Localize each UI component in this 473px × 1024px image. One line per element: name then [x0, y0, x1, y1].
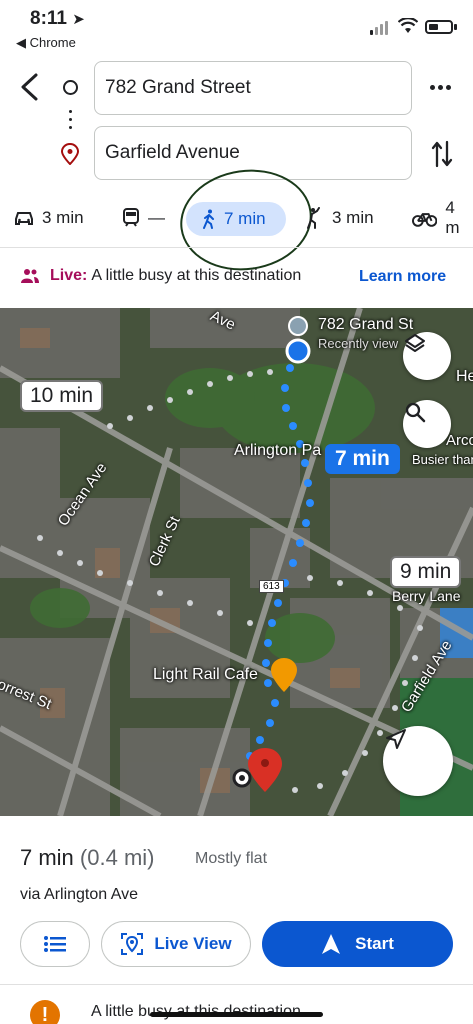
destination-pin-icon	[61, 143, 79, 165]
berry-lane-label: Berry Lane	[392, 588, 461, 604]
divider	[0, 984, 473, 985]
transit-icon	[123, 208, 139, 227]
map-view[interactable]: 782 Grand St Recently view Ave He Arling…	[0, 308, 473, 816]
warning-icon: !	[30, 1000, 60, 1024]
start-arrow-icon	[322, 934, 341, 954]
mode-transit[interactable]: —	[122, 200, 165, 236]
busier-label: Busier than	[412, 452, 473, 467]
list-icon	[44, 936, 66, 952]
battery-tip	[454, 24, 457, 30]
divider	[0, 247, 473, 248]
wifi-icon	[398, 18, 418, 33]
summary-terrain-note: Mostly flat	[195, 850, 268, 867]
park-label: Arlington Pa	[234, 442, 322, 459]
steps-button[interactable]	[20, 921, 90, 967]
route-badge: 613	[259, 580, 284, 593]
live-label: Live:	[50, 267, 88, 284]
route-via-text: via Arlington Ave	[20, 886, 139, 903]
search-button[interactable]	[403, 400, 451, 448]
car-icon	[15, 212, 33, 225]
mode-rideshare[interactable]: 3 min	[306, 200, 374, 236]
origin-map-sublabel: Recently view	[318, 336, 399, 351]
swap-icon[interactable]	[431, 140, 453, 168]
battery-icon	[425, 20, 453, 34]
back-to-app-link[interactable]: ◀ Chrome	[16, 35, 76, 51]
eta-alt-route-1[interactable]: 10 min	[20, 380, 104, 412]
search-icon	[405, 402, 426, 423]
origin-circle-icon	[63, 80, 78, 95]
location-arrow-icon: ➤	[72, 11, 85, 28]
bike-icon	[412, 213, 438, 227]
partial-label-arco: Arco	[446, 432, 473, 449]
live-text: A little busy at this destination	[91, 267, 302, 284]
origin-map-label: 782 Grand St	[318, 316, 414, 333]
live-view-button[interactable]: Live View	[101, 921, 251, 967]
partial-label-he: He	[456, 368, 473, 385]
signal-icon	[370, 21, 388, 35]
status-time: 8:11 ➤	[30, 8, 85, 29]
origin-input[interactable]: 782 Grand Street	[94, 61, 412, 115]
mode-cycling[interactable]: 4 m	[412, 198, 473, 237]
layers-button[interactable]	[403, 332, 451, 380]
home-indicator[interactable]	[150, 1012, 323, 1017]
route-dots-icon	[69, 110, 72, 129]
recenter-button[interactable]	[383, 726, 453, 796]
rideshare-icon	[307, 207, 320, 229]
back-arrow-icon[interactable]	[16, 72, 44, 102]
summary-distance: (0.4 mi)	[79, 845, 155, 870]
people-icon	[21, 269, 39, 283]
summary-duration: 7 min (0.4 mi)	[20, 845, 155, 870]
layers-icon	[405, 334, 425, 352]
mode-driving[interactable]: 3 min	[14, 200, 84, 236]
navigation-arrow-icon	[386, 729, 406, 749]
start-button[interactable]: Start	[262, 921, 453, 967]
more-options-icon[interactable]	[430, 85, 451, 90]
live-view-icon	[121, 933, 144, 955]
learn-more-link[interactable]: Learn more	[359, 268, 446, 286]
eta-alt-route-2[interactable]: 9 min	[390, 556, 462, 588]
live-busy-row: Live: A little busy at this destination	[20, 267, 301, 285]
eta-main-route[interactable]: 7 min	[325, 444, 400, 474]
cafe-label: Light Rail Cafe	[153, 666, 258, 683]
